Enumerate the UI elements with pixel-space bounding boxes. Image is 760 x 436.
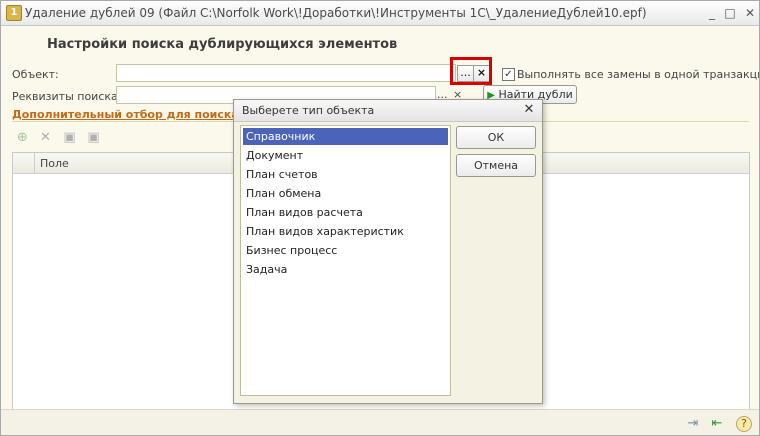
list-item[interactable]: Бизнес процесс [243, 242, 448, 259]
column-header-field[interactable]: Поле [40, 157, 69, 170]
list-item[interactable]: План счетов [243, 166, 448, 183]
help-icon[interactable]: ? [736, 416, 752, 432]
highlight-frame [450, 57, 492, 85]
object-type-list[interactable]: Справочник Документ План счетов План обм… [240, 125, 451, 396]
object-type-dialog: Выберете тип объекта ✕ Справочник Докуме… [233, 99, 543, 404]
main-window: 1 Удаление дублей 09 (Файл C:\Norfolk Wo… [0, 0, 760, 436]
status-bar: ⇥ ⇤ ? [1, 409, 759, 435]
check-all-icon[interactable]: ▣ [63, 131, 76, 144]
search-fields-label: Реквизиты поиска: [12, 90, 122, 103]
import-icon[interactable]: ⇤ [709, 416, 725, 432]
list-item[interactable]: Справочник [243, 128, 448, 145]
transaction-checkbox[interactable]: ✓ [502, 68, 515, 81]
list-item[interactable]: Документ [243, 147, 448, 164]
dialog-title-bar[interactable]: Выберете тип объекта ✕ [234, 100, 542, 122]
object-label: Объект: [12, 68, 59, 81]
transaction-checkbox-label: Выполнять все замены в одной транзакции [517, 68, 760, 81]
delete-icon[interactable]: ✕ [39, 131, 52, 144]
uncheck-all-icon[interactable]: ▣ [87, 131, 100, 144]
list-item[interactable]: План видов расчета [243, 204, 448, 221]
ok-button[interactable]: ОК [456, 126, 536, 149]
form-header: Настройки поиска дублирующихся элементов [47, 37, 398, 52]
maximize-button[interactable]: □ [719, 4, 741, 22]
title-bar[interactable]: 1 Удаление дублей 09 (Файл C:\Norfolk Wo… [1, 1, 759, 26]
app-icon: 1 [6, 5, 22, 21]
dialog-close-icon[interactable]: ✕ [521, 102, 537, 118]
export-icon[interactable]: ⇥ [685, 416, 701, 432]
extra-filter-title[interactable]: Дополнительный отбор для поиска [12, 108, 239, 121]
add-icon[interactable]: ⊕ [16, 131, 29, 144]
column-separator [34, 153, 35, 173]
list-item[interactable]: План обмена [243, 185, 448, 202]
cancel-button[interactable]: Отмена [456, 154, 536, 177]
list-item[interactable]: Задача [243, 261, 448, 278]
window-title: Удаление дублей 09 (Файл C:\Norfolk Work… [25, 6, 647, 20]
close-button[interactable]: ✕ [739, 4, 759, 22]
list-item[interactable]: План видов характеристик [243, 223, 448, 240]
object-field[interactable] [116, 64, 456, 82]
dialog-title: Выберете тип объекта [242, 104, 375, 117]
